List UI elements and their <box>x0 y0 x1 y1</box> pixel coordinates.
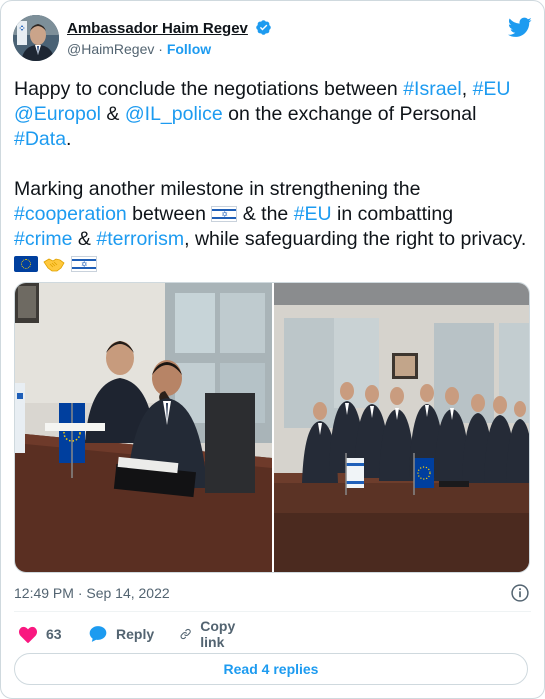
tweet-card[interactable]: Ambassador Haim Regev @HaimRegev · Follo… <box>0 0 545 699</box>
divider <box>14 611 531 612</box>
hashtag-israel[interactable]: #Israel <box>403 78 462 100</box>
photo-group-portrait[interactable] <box>274 283 530 573</box>
tweet-text-segment: & the <box>237 203 294 225</box>
avatar[interactable] <box>13 15 59 61</box>
tweet-text-segment: & <box>101 103 125 125</box>
heart-icon <box>18 626 38 643</box>
hashtag-data[interactable]: #Data <box>14 128 66 150</box>
like-count: 63 <box>46 626 62 642</box>
israel-flag-icon: ✡ <box>211 206 238 222</box>
tweet-text-segment: between <box>126 203 212 225</box>
tweet-media[interactable] <box>14 282 530 573</box>
reply-bubble-icon <box>89 626 107 642</box>
author-names: Ambassador Haim Regev @HaimRegev · Follo… <box>67 19 272 57</box>
israel-flag-icon-2: ✡ <box>70 256 97 272</box>
copy-link-label: Copy link <box>200 618 236 650</box>
hashtag-terrorism[interactable]: #terrorism <box>96 228 184 250</box>
read-replies-button[interactable]: Read 4 replies <box>14 653 528 685</box>
hashtag-crime[interactable]: #crime <box>14 228 73 250</box>
hashtag-cooperation[interactable]: #cooperation <box>14 203 127 225</box>
author-handle[interactable]: @HaimRegev <box>67 41 154 57</box>
handle-row: @HaimRegev · Follow <box>67 41 272 57</box>
tweet-header: Ambassador Haim Regev @HaimRegev · Follo… <box>13 15 532 61</box>
tweet-timestamp[interactable]: 12:49 PM · Sep 14, 2022 <box>14 585 170 601</box>
tweet-text-segment: Marking another milestone in strengtheni… <box>14 178 421 200</box>
follow-button[interactable]: Follow <box>167 41 211 57</box>
photo-signing-ceremony[interactable] <box>15 283 272 573</box>
eu-flag-icon <box>14 256 38 272</box>
mention-europol[interactable]: @Europol <box>14 103 101 125</box>
info-icon[interactable] <box>510 583 530 603</box>
tweet-text-segment: , while safeguarding the right to privac… <box>184 228 527 250</box>
separator-dot: · <box>158 41 163 57</box>
reply-label: Reply <box>116 626 155 642</box>
tweet-text: Happy to conclude the negotiations betwe… <box>14 77 534 277</box>
tweet-text-segment: . <box>66 128 72 150</box>
verified-badge-icon <box>256 20 272 35</box>
hashtag-eu[interactable]: #EU <box>473 78 511 100</box>
author-display-name[interactable]: Ambassador Haim Regev <box>67 20 248 37</box>
like-button[interactable]: 63 <box>18 623 62 645</box>
twitter-bird-icon[interactable] <box>508 15 532 39</box>
tweet-text-segment: Happy to conclude the negotiations betwe… <box>14 78 404 100</box>
reply-button[interactable]: Reply <box>88 623 154 645</box>
tweet-text-segment: , <box>461 78 468 100</box>
tweet-text-segment: in combatting <box>331 203 454 225</box>
hashtag-eu-2[interactable]: #EU <box>294 203 332 225</box>
tweet-text-segment: on the exchange of Personal <box>222 103 477 125</box>
handshake-icon <box>43 258 65 272</box>
mention-il-police[interactable]: @IL_police <box>125 103 223 125</box>
copy-link-button[interactable]: Copy link <box>179 618 242 650</box>
tweet-text-segment: & <box>72 228 97 250</box>
link-icon <box>180 628 191 640</box>
